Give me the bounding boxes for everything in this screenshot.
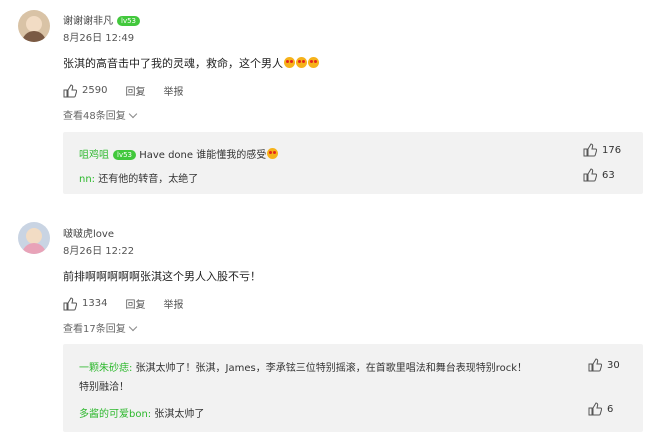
reply-text: 张淇太帅了 <box>154 409 205 420</box>
reply-username[interactable]: nn: <box>79 174 95 185</box>
smile-emoji-icon <box>267 148 279 159</box>
thumbs-up-icon <box>588 402 602 416</box>
report-button[interactable]: 举报 <box>163 296 183 311</box>
timestamp: 8月26日 12:22 <box>63 246 135 257</box>
comment-actions: 2590 回复 举报 <box>63 83 201 98</box>
level-badge: lv53 <box>117 16 140 26</box>
avatar-face <box>26 228 42 244</box>
thumbs-up-icon <box>63 83 77 97</box>
reply-item: 一颗朱砂痣: 张淇太帅了！张淇，James，李承铉三位特别摇滚，在首歌里唱法和舞… <box>79 359 569 397</box>
chevron-down-icon <box>128 109 137 119</box>
reply-button[interactable]: 回复 <box>125 83 145 98</box>
avatar[interactable] <box>18 222 50 254</box>
reply-button[interactable]: 回复 <box>125 296 145 311</box>
level-badge: lv53 <box>113 150 136 160</box>
reply-username[interactable]: 咀鸡咀 <box>79 150 109 161</box>
reply-like-button[interactable]: 63 <box>583 168 615 182</box>
view-replies-link[interactable]: 查看48条回复 <box>63 107 137 122</box>
reply-item: nn: 还有他的转音，太绝了 <box>79 170 198 185</box>
reply-like-button[interactable]: 176 <box>583 143 621 157</box>
avatar-body <box>22 31 46 42</box>
report-button[interactable]: 举报 <box>163 83 183 98</box>
view-replies-text[interactable]: 查看48条回复 <box>63 111 126 122</box>
reply-text: 张淇太帅了！张淇，James，李承铉三位特别摇滚，在首歌里唱法和舞台表现特别ro… <box>135 363 528 374</box>
username[interactable]: 啵啵虎love <box>63 225 114 240</box>
like-count: 2590 <box>82 85 108 96</box>
thumbs-up-icon <box>588 358 602 372</box>
username-text[interactable]: 谢谢谢非凡 <box>63 16 113 27</box>
reply-username[interactable]: 多酱的可爱bon: <box>79 409 151 420</box>
avatar-body <box>22 243 46 254</box>
reply-like-count: 176 <box>602 144 622 156</box>
comment-actions: 1334 回复 举报 <box>63 296 201 311</box>
comment-text-body: 张淇的高音击中了我的灵魂，救命，这个男人 <box>63 57 283 70</box>
reply-list: 咀鸡咀 lv53 Have done 谁能懂我的感受 176 nn: 还有他的转音… <box>63 132 643 194</box>
reply-list: 一颗朱砂痣: 张淇太帅了！张淇，James，李承铉三位特别摇滚，在首歌里唱法和舞… <box>63 344 643 432</box>
thumbs-up-icon <box>583 168 597 182</box>
reply-item: 多酱的可爱bon: 张淇太帅了 <box>79 405 204 420</box>
reply-like-count: 6 <box>607 403 614 415</box>
reply-text: Have done 谁能懂我的感受 <box>139 150 267 161</box>
comment-text: 张淇的高音击中了我的灵魂，救命，这个男人 <box>63 55 319 71</box>
avatar[interactable] <box>18 10 50 42</box>
reply-item: 咀鸡咀 lv53 Have done 谁能懂我的感受 <box>79 146 279 161</box>
chevron-down-icon <box>128 322 137 332</box>
reply-text: 还有他的转音，太绝了 <box>98 174 199 185</box>
reply-like-count: 63 <box>602 169 615 181</box>
reply-like-button[interactable]: 6 <box>588 402 613 416</box>
thumbs-up-icon <box>63 296 77 310</box>
heart-eyes-emoji-icon <box>308 57 319 68</box>
like-button[interactable]: 2590 <box>63 83 108 98</box>
reply-like-button[interactable]: 30 <box>588 358 620 372</box>
view-replies-text[interactable]: 查看17条回复 <box>63 324 126 335</box>
reply-username[interactable]: 一颗朱砂痣: <box>79 363 132 374</box>
username-text[interactable]: 啵啵虎love <box>63 229 114 240</box>
avatar-face <box>26 16 42 32</box>
reply-text-continued: 特别融洽！ <box>79 382 129 393</box>
timestamp: 8月26日 12:49 <box>63 33 135 44</box>
reply-like-count: 30 <box>607 359 620 371</box>
like-count: 1334 <box>82 298 108 309</box>
like-button[interactable]: 1334 <box>63 296 108 311</box>
heart-eyes-emoji-icon <box>284 57 295 68</box>
username[interactable]: 谢谢谢非凡 lv53 <box>63 12 140 27</box>
thumbs-up-icon <box>583 143 597 157</box>
comment-text: 前排啊啊啊啊啊张淇这个男人入股不亏！ <box>63 270 261 283</box>
view-replies-link[interactable]: 查看17条回复 <box>63 320 137 335</box>
heart-eyes-emoji-icon <box>296 57 307 68</box>
